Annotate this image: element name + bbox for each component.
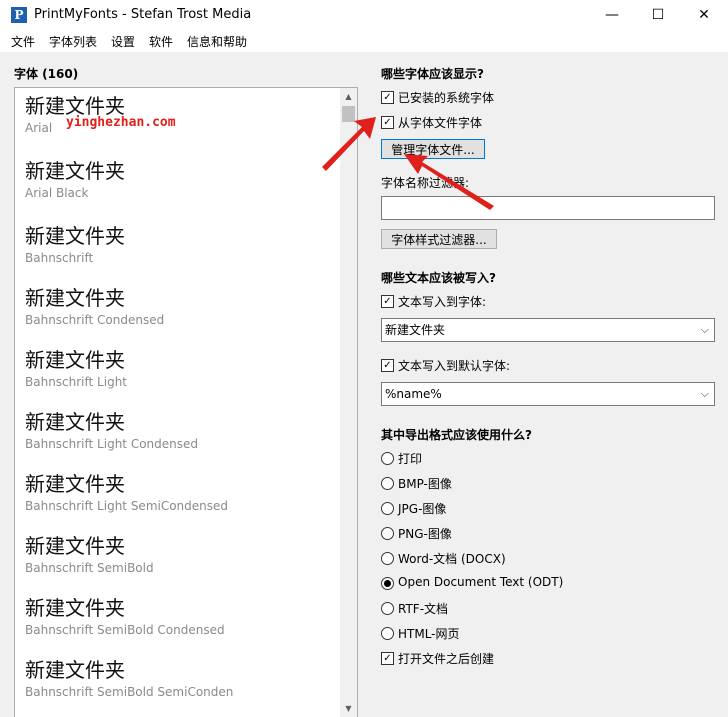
font-name: Bahnschrift Light SemiCondensed	[25, 499, 229, 513]
window-title: PrintMyFonts - Stefan Trost Media	[34, 7, 252, 22]
write-to-font-value: 新建文件夹	[385, 323, 446, 337]
checkbox-write-default[interactable]: ✓	[381, 359, 394, 372]
font-list[interactable]: 新建文件夹 Arial 新建文件夹 Arial Black 新建文件夹 Bahn…	[14, 87, 358, 717]
vertical-scrollbar[interactable]: ▲ ▼	[340, 88, 357, 717]
installed-fonts-label: 已安装的系统字体	[398, 91, 495, 105]
radio-button[interactable]	[381, 627, 394, 640]
font-item[interactable]: 新建文件夹 Bahnschrift Light SemiCondensed	[25, 472, 325, 513]
export-option-label: BMP-图像	[398, 477, 452, 491]
file-fonts-label: 从字体文件字体	[398, 116, 483, 130]
write-default-label: 文本写入到默认字体:	[398, 359, 511, 373]
font-name: Bahnschrift SemiBold Condensed	[25, 623, 225, 637]
menu-bar: 文件 字体列表 设置 软件 信息和帮助	[0, 30, 728, 52]
scroll-up-icon[interactable]: ▲	[340, 88, 357, 105]
chevron-down-icon[interactable]: ⌵	[701, 383, 709, 405]
font-name: Bahnschrift Light Condensed	[25, 437, 198, 451]
title-bar: P PrintMyFonts - Stefan Trost Media — ☐ …	[0, 0, 728, 30]
menu-software[interactable]: 软件	[149, 33, 173, 50]
write-default-value: %name%	[385, 387, 442, 401]
font-sample-text: 新建文件夹	[25, 596, 125, 620]
menu-font-list[interactable]: 字体列表	[49, 33, 97, 50]
export-option-label: Open Document Text (ODT)	[398, 575, 564, 589]
checkbox-file-fonts[interactable]: ✓	[381, 116, 394, 129]
app-icon: P	[11, 7, 27, 23]
radio-button[interactable]	[381, 502, 394, 515]
export-option-label: Word-文档 (DOCX)	[398, 552, 506, 566]
style-filter-button[interactable]: 字体样式过滤器...	[381, 229, 497, 249]
radio-button-selected[interactable]	[381, 577, 394, 590]
font-sample-text: 新建文件夹	[25, 658, 125, 682]
font-item[interactable]: 新建文件夹 Bahnschrift Light Condensed	[25, 410, 325, 451]
font-name: Bahnschrift Condensed	[25, 313, 165, 327]
radio-button[interactable]	[381, 552, 394, 565]
close-button[interactable]: ✕	[681, 0, 727, 30]
radio-button[interactable]	[381, 452, 394, 465]
font-name: Bahnschrift SemiBold	[25, 561, 154, 575]
font-item[interactable]: 新建文件夹 Bahnschrift Light	[25, 348, 325, 389]
checkbox-installed[interactable]: ✓	[381, 91, 394, 104]
menu-settings[interactable]: 设置	[111, 33, 135, 50]
minimize-button[interactable]: —	[589, 0, 635, 30]
scroll-down-icon[interactable]: ▼	[340, 700, 357, 717]
write-default-combo[interactable]: %name% ⌵	[381, 382, 715, 406]
export-option-label: PNG-图像	[398, 527, 452, 541]
font-item[interactable]: 新建文件夹 Bahnschrift Condensed	[25, 286, 325, 327]
radio-button[interactable]	[381, 602, 394, 615]
font-item[interactable]: 新建文件夹 Bahnschrift SemiBold Condensed	[25, 596, 325, 637]
annotation-arrow-icon	[322, 117, 376, 171]
font-name: Arial Black	[25, 186, 89, 200]
font-sample-text: 新建文件夹	[25, 472, 125, 496]
font-sample-text: 新建文件夹	[25, 159, 125, 183]
write-to-font-label: 文本写入到字体:	[398, 295, 487, 309]
font-sample-text: 新建文件夹	[25, 348, 125, 372]
export-option-label: JPG-图像	[398, 502, 447, 516]
font-name: Bahnschrift	[25, 251, 94, 265]
annotation-arrow-icon	[404, 154, 494, 210]
radio-button[interactable]	[381, 477, 394, 490]
font-sample-text: 新建文件夹	[25, 534, 125, 558]
font-item[interactable]: 新建文件夹 Bahnschrift	[25, 224, 325, 265]
font-name: Bahnschrift Light	[25, 375, 127, 389]
font-name: Bahnschrift SemiBold SemiConden	[25, 685, 234, 699]
font-list-pane: 字体 (160) 新建文件夹 Arial 新建文件夹 Arial Black 新…	[0, 52, 368, 717]
watermark-text: yinghezhan.com	[66, 115, 176, 130]
checkbox-open-after[interactable]: ✓	[381, 652, 394, 665]
export-format-heading: 其中导出格式应该使用什么?	[381, 428, 532, 442]
radio-button[interactable]	[381, 527, 394, 540]
write-text-heading: 哪些文本应该被写入?	[381, 271, 496, 285]
export-option-label: 打印	[398, 452, 423, 466]
maximize-button[interactable]: ☐	[635, 0, 681, 30]
font-item[interactable]: 新建文件夹 Bahnschrift SemiBold	[25, 534, 325, 575]
export-option-label: RTF-文档	[398, 602, 449, 616]
menu-info-help[interactable]: 信息和帮助	[187, 33, 247, 50]
show-fonts-heading: 哪些字体应该显示?	[381, 67, 484, 81]
export-option-label: HTML-网页	[398, 627, 460, 641]
menu-file[interactable]: 文件	[11, 33, 35, 50]
font-item[interactable]: 新建文件夹 Bahnschrift SemiBold SemiConden	[25, 658, 325, 699]
font-sample-text: 新建文件夹	[25, 224, 125, 248]
font-item[interactable]: 新建文件夹 Arial Black	[25, 159, 325, 200]
chevron-down-icon[interactable]: ⌵	[701, 319, 709, 341]
write-to-font-combo[interactable]: 新建文件夹 ⌵	[381, 318, 715, 342]
font-sample-text: 新建文件夹	[25, 410, 125, 434]
open-after-label: 打开文件之后创建	[398, 652, 495, 666]
font-sample-text: 新建文件夹	[25, 286, 125, 310]
checkbox-write-to-font[interactable]: ✓	[381, 295, 394, 308]
font-count-label: 字体 (160)	[14, 67, 79, 81]
